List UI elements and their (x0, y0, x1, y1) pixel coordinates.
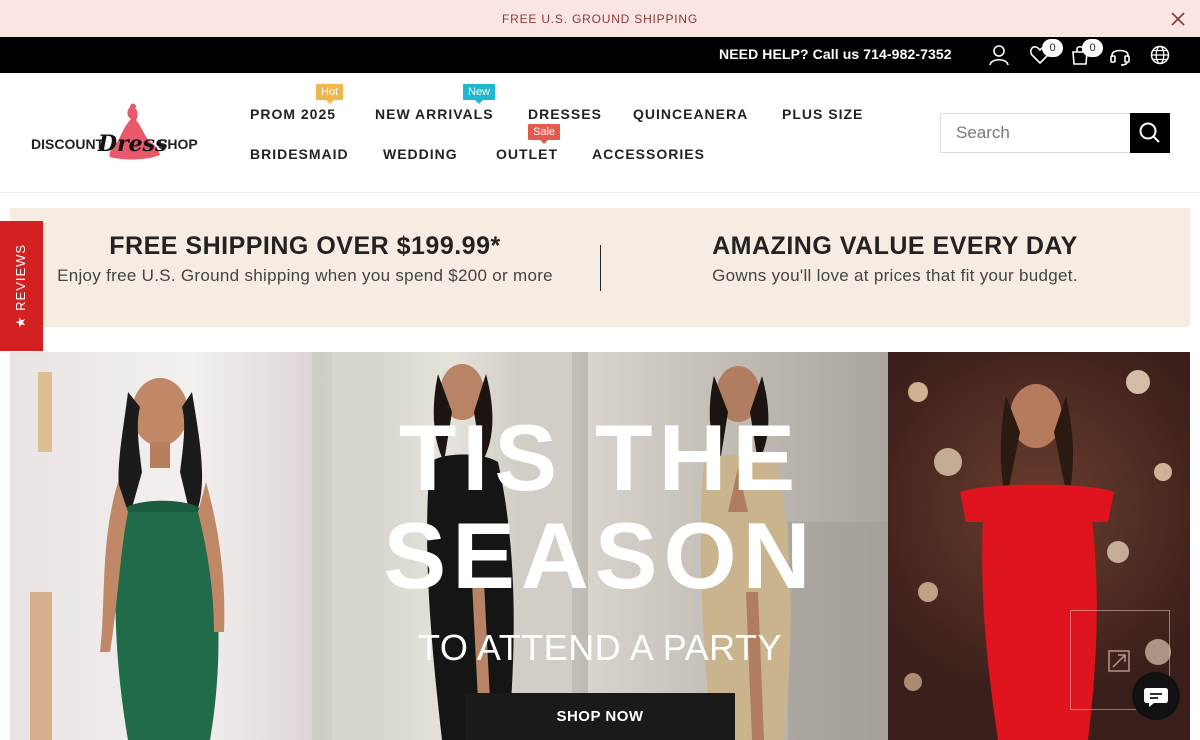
new-badge: New (463, 84, 496, 104)
reviews-tab-label: ★ REVIEWS (13, 243, 28, 329)
nav-wedding-label: WEDDING (383, 146, 458, 162)
svg-text:Dress: Dress (97, 131, 167, 157)
nav-wedding[interactable]: WEDDING (383, 146, 458, 162)
nav-prom-2025[interactable]: PROM 2025 (250, 106, 336, 122)
nav-bridesmaid-label: BRIDESMAID (250, 146, 349, 162)
promo-free-shipping: FREE SHIPPING OVER $199.99* Enjoy free U… (50, 232, 560, 287)
promo-strip: FREE SHIPPING OVER $199.99* Enjoy free U… (10, 208, 1190, 327)
hero-title-line1: TIS THE (398, 405, 802, 510)
nav-new-arrivals-label: NEW ARRIVALS (375, 106, 494, 122)
chat-button[interactable] (1132, 672, 1180, 720)
promo-free-shipping-subtitle: Enjoy free U.S. Ground shipping when you… (57, 266, 553, 285)
nav-new-arrivals[interactable]: NEW ARRIVALS (375, 106, 494, 122)
announcement-text: FREE U.S. GROUND SHIPPING (501, 12, 699, 26)
promo-value: AMAZING VALUE EVERY DAY Gowns you'll lov… (650, 232, 1140, 287)
help-phone-text[interactable]: NEED HELP? Call us 714-982-7352 (719, 46, 952, 62)
search-button[interactable] (1130, 113, 1170, 153)
hero-subtitle: TO ATTEND A PARTY (418, 627, 782, 668)
nav-quinceanera[interactable]: QUINCEANERA (633, 106, 748, 122)
globe-icon[interactable] (1149, 44, 1171, 66)
hot-badge: Hot (316, 84, 344, 104)
promo-divider (600, 245, 601, 291)
nav-dresses[interactable]: DRESSES (528, 106, 602, 122)
nav-dresses-label: DRESSES (528, 106, 602, 122)
reviews-tab[interactable]: ★ REVIEWS (0, 221, 43, 351)
sale-badge: Sale (528, 124, 561, 144)
hero-panel-green-dress (10, 352, 312, 740)
promo-value-title: AMAZING VALUE EVERY DAY (712, 232, 1078, 260)
hero-banner[interactable]: TIS THE SEASON TO ATTEND A PARTY SHOP NO… (10, 352, 1190, 740)
wishlist-count-badge: 0 (1042, 39, 1063, 57)
promo-value-subtitle: Gowns you'll love at prices that fit you… (712, 266, 1078, 285)
cart-count-badge: 0 (1082, 39, 1103, 57)
nav-accessories[interactable]: ACCESSORIES (592, 146, 705, 162)
headset-icon[interactable] (1109, 44, 1131, 66)
nav-plus-size-label: PLUS SIZE (782, 106, 864, 122)
user-icon[interactable] (988, 44, 1010, 66)
nav-plus-size[interactable]: PLUS SIZE (782, 106, 863, 122)
shop-now-button[interactable]: SHOP NOW (465, 693, 735, 740)
model-green-dress-image (30, 372, 225, 740)
nav-outlet-label: OUTLET (496, 146, 558, 162)
announcement-bar: FREE U.S. GROUND SHIPPING (0, 0, 1200, 37)
nav-accessories-label: ACCESSORIES (592, 146, 705, 162)
main-header: DISCOUNT Dress SHOP PROM 2025 Hot NEW AR… (0, 73, 1200, 193)
svg-text:SHOP: SHOP (158, 136, 198, 152)
chat-icon (1144, 688, 1168, 707)
promo-free-shipping-title: FREE SHIPPING OVER $199.99* (109, 232, 501, 260)
nav-bridesmaid[interactable]: BRIDESMAID (250, 146, 349, 162)
expand-icon[interactable] (1108, 650, 1130, 672)
search-input[interactable] (940, 113, 1130, 153)
nav-outlet[interactable]: OUTLET (496, 146, 558, 162)
svg-text:DISCOUNT: DISCOUNT (31, 136, 105, 152)
search-icon (1139, 122, 1160, 143)
hero-title-line2: SEASON (383, 503, 817, 608)
nav-quinceanera-label: QUINCEANERA (633, 106, 749, 122)
nav-prom-2025-label: PROM 2025 (250, 106, 337, 122)
store-logo[interactable]: DISCOUNT Dress SHOP (30, 103, 200, 165)
top-bar: NEED HELP? Call us 714-982-7352 0 0 (0, 37, 1200, 73)
close-icon[interactable] (1170, 11, 1186, 27)
